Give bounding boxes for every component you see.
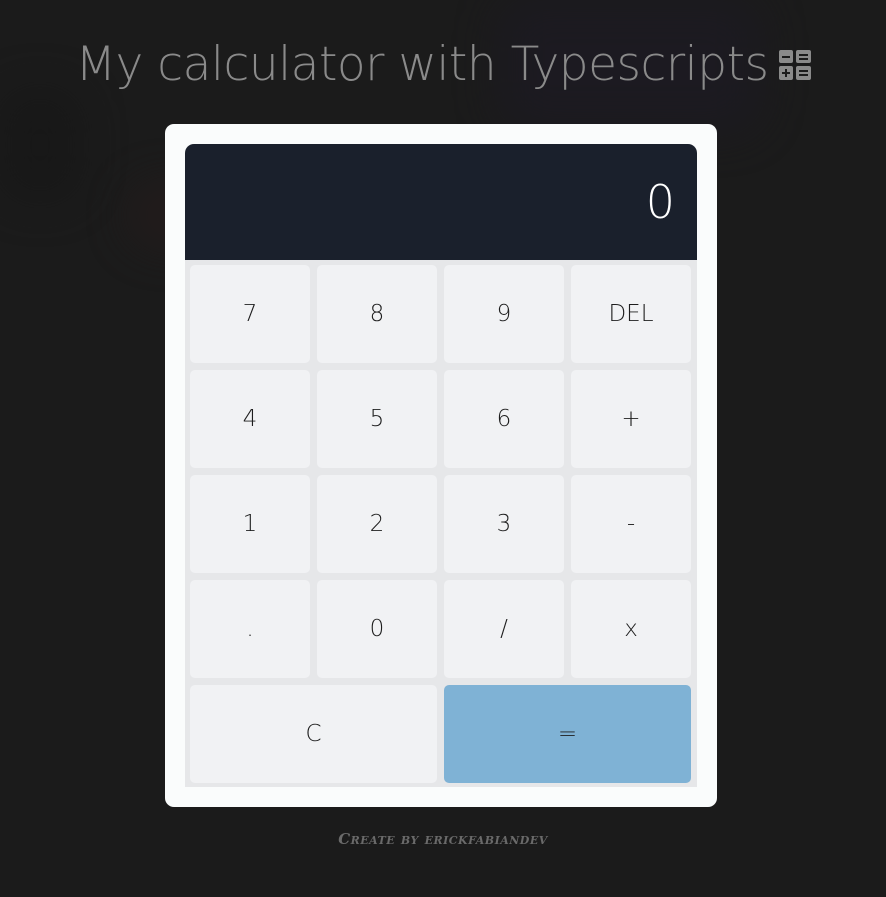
key-6-button[interactable]: 6 (444, 370, 564, 468)
key-multiply-button[interactable]: x (571, 580, 691, 678)
footer-credit: Create by erickfabiandev (338, 830, 548, 848)
key-0-button[interactable]: 0 (317, 580, 437, 678)
key-delete-button[interactable]: DEL (571, 265, 691, 363)
key-9-button[interactable]: 9 (444, 265, 564, 363)
key-decimal-button[interactable]: . (190, 580, 310, 678)
key-equals-button[interactable]: = (444, 685, 691, 783)
key-subtract-button[interactable]: - (571, 475, 691, 573)
key-7-button[interactable]: 7 (190, 265, 310, 363)
key-1-button[interactable]: 1 (190, 475, 310, 573)
calculator-icon (778, 34, 811, 96)
page-title: My calculator with Typescripts (0, 34, 886, 96)
key-5-button[interactable]: 5 (317, 370, 437, 468)
background-blur (0, 90, 80, 200)
calculator-display: 0 (185, 144, 697, 260)
key-clear-button[interactable]: C (190, 685, 437, 783)
display-value: 0 (645, 175, 675, 229)
keypad: 7 8 9 DEL 4 5 6 +1 2 3-. 0/x C = (185, 260, 697, 787)
key-add-button[interactable]: + (571, 370, 691, 468)
key-2-button[interactable]: 2 (317, 475, 437, 573)
calculator: 0 7 8 9 DEL 4 5 6 +1 2 3-. 0/x C = (165, 124, 717, 807)
key-8-button[interactable]: 8 (317, 265, 437, 363)
page-title-text: My calculator with Typescripts (75, 37, 769, 92)
key-3-button[interactable]: 3 (444, 475, 564, 573)
key-4-button[interactable]: 4 (190, 370, 310, 468)
key-divide-button[interactable]: / (444, 580, 564, 678)
